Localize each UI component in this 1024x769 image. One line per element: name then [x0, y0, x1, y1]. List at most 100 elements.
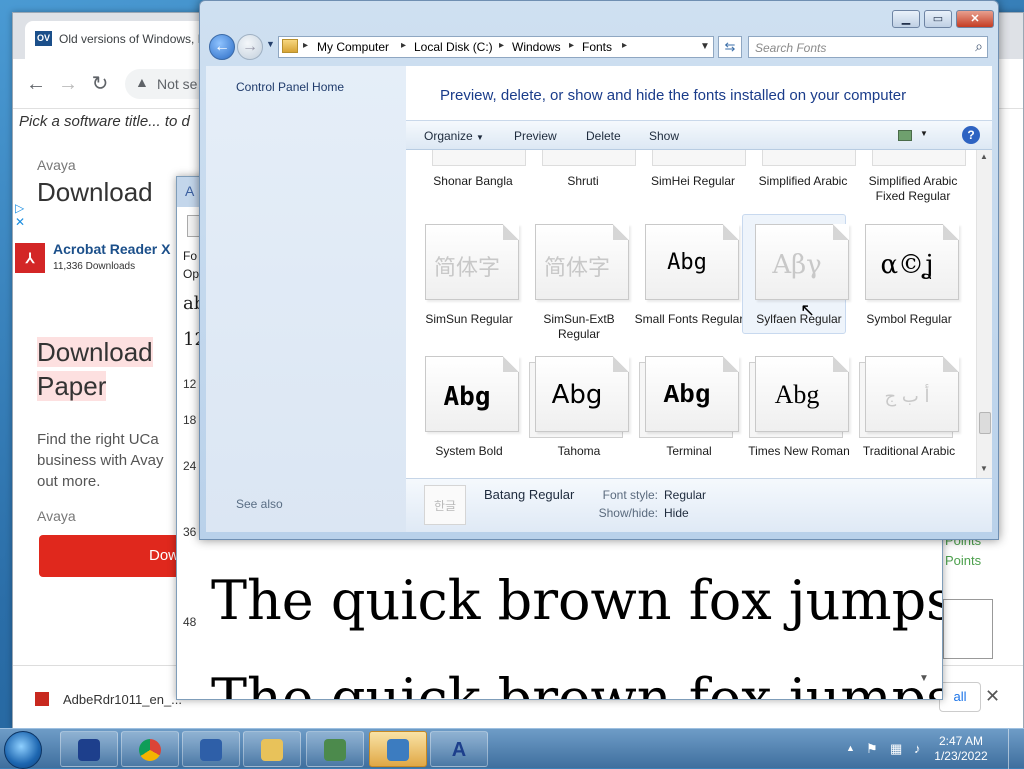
- breadcrumb-separator: ▸: [303, 40, 309, 51]
- search-fonts-input[interactable]: Search Fonts ⌕: [748, 36, 988, 58]
- preview-button[interactable]: Preview: [514, 129, 557, 143]
- folder-icon: [261, 739, 283, 761]
- search-placeholder: Search Fonts: [755, 41, 827, 55]
- size-label-48: 48: [183, 615, 197, 629]
- command-bar: Organize ▼ Preview Delete Show ▼ ?: [406, 120, 992, 150]
- organize-label: Organize: [424, 129, 473, 143]
- view-dropdown-icon[interactable]: ▼: [920, 129, 928, 138]
- size-label-18: 18: [183, 413, 197, 427]
- font-item[interactable]: Shruti: [528, 174, 634, 214]
- volume-icon[interactable]: ♪: [914, 741, 921, 756]
- ad-heading[interactable]: Download: [37, 177, 153, 208]
- font-item[interactable]: Abg System Bold: [414, 348, 520, 472]
- page-heading: Preview, delete, or show and hide the fo…: [440, 87, 907, 104]
- show-all-button[interactable]: all: [939, 682, 981, 712]
- size-label-12: 12: [183, 377, 197, 391]
- font-name: Times New Roman: [748, 444, 850, 458]
- font-item-selected[interactable]: Αβγ Sylfaen Regular ↖: [742, 214, 850, 340]
- font-item[interactable]: Abg Times New Roman: [744, 348, 850, 472]
- scrollbar-thumb[interactable]: [979, 412, 991, 434]
- start-button[interactable]: [4, 731, 42, 769]
- font-item[interactable]: Abg Tahoma: [524, 348, 630, 472]
- help-icon[interactable]: ?: [962, 126, 980, 144]
- scroll-down-icon[interactable]: ▼: [919, 673, 929, 684]
- download-filename[interactable]: AdbeRdr1011_en_...: [63, 692, 182, 707]
- scroll-up-icon[interactable]: ▲: [980, 152, 988, 161]
- taskbar-powershell[interactable]: [60, 731, 118, 767]
- taskbar-font-viewer[interactable]: A: [430, 731, 488, 767]
- taskbar-control-panel[interactable]: [369, 731, 427, 767]
- control-panel-home-link[interactable]: Control Panel Home: [236, 80, 344, 94]
- font-name: Simplified Arabic Fixed Regular: [868, 174, 958, 203]
- address-bar[interactable]: ▸ My Computer ▸ Local Disk (C:) ▸ Window…: [278, 36, 714, 58]
- acrobat-download-item[interactable]: ⅄ Acrobat Reader X 11,336 Downloads: [15, 241, 193, 281]
- scroll-down-icon[interactable]: ▼: [980, 464, 988, 473]
- font-name: Terminal: [666, 444, 712, 458]
- search-icon[interactable]: ⌕: [975, 38, 983, 55]
- breadcrumb-separator: ▸: [401, 40, 407, 51]
- show-button[interactable]: Show: [649, 129, 679, 143]
- clock[interactable]: 2:47 AM 1/23/2022: [926, 734, 996, 764]
- acrobat-title[interactable]: Acrobat Reader X: [53, 241, 170, 257]
- taskbar-explorer[interactable]: [243, 731, 301, 767]
- view-options-icon[interactable]: [898, 130, 912, 141]
- powershell-icon: [78, 739, 100, 761]
- font-item[interactable]: 简体字 SimSun Regular: [414, 216, 520, 340]
- details-show-hide-label: Show/hide:: [598, 506, 658, 520]
- ad2-body: Find the right UCa business with Avay ou…: [37, 431, 164, 490]
- font-item[interactable]: SimHei Regular: [638, 174, 744, 214]
- back-button[interactable]: ←: [209, 34, 235, 60]
- sample-text-next: The quick brown fox jumps: [211, 667, 943, 700]
- taskbar-app[interactable]: [306, 731, 364, 767]
- organize-button[interactable]: Organize ▼: [424, 129, 484, 143]
- breadcrumb-windows[interactable]: Windows: [512, 40, 561, 54]
- taskbar-chrome[interactable]: [121, 731, 179, 767]
- mouse-cursor-icon: ↖: [800, 300, 816, 320]
- partial-font-thumb: [652, 150, 746, 166]
- forward-button[interactable]: →: [237, 34, 263, 60]
- points-label-2: Points: [945, 553, 982, 568]
- address-dropdown-icon[interactable]: ▼: [700, 41, 710, 52]
- details-font-style-label: Font style:: [602, 488, 658, 502]
- pdf-file-icon: [35, 692, 49, 706]
- adchoices-icon[interactable]: ▷ ✕: [15, 201, 25, 229]
- font-item[interactable]: Simplified Arabic: [748, 174, 854, 214]
- font-item[interactable]: Simplified Arabic Fixed Regular: [858, 174, 964, 214]
- close-button[interactable]: ✕: [956, 10, 994, 28]
- network-icon[interactable]: ▦: [890, 741, 902, 757]
- delete-button[interactable]: Delete: [586, 129, 621, 143]
- font-item[interactable]: α©ʝ Symbol Regular: [854, 216, 960, 340]
- action-center-icon[interactable]: ⚑: [866, 741, 878, 757]
- clock-date: 1/23/2022: [934, 749, 988, 763]
- show-hidden-icons[interactable]: ▲: [846, 743, 855, 753]
- taskbar-app[interactable]: [182, 731, 240, 767]
- back-arrow-icon[interactable]: ←: [25, 73, 47, 95]
- font-item[interactable]: Abg Small Fonts Regular: [634, 216, 743, 340]
- partial-font-thumb: [542, 150, 636, 166]
- reload-icon[interactable]: ↻: [89, 73, 111, 95]
- vertical-scrollbar[interactable]: ▲ ▼: [976, 150, 992, 478]
- font-preview-glyph: Abg: [667, 250, 707, 275]
- font-preview-glyph: Abg: [774, 380, 820, 409]
- font-item[interactable]: 简体字 SimSun-ExtB Regular: [524, 216, 630, 341]
- font-preview-glyph: α©ʝ: [880, 250, 934, 280]
- minimize-button[interactable]: ▁: [892, 10, 920, 28]
- breadcrumb-fonts[interactable]: Fonts: [582, 40, 612, 54]
- fonts-grid: Shonar Bangla Shruti SimHei Regular Simp…: [406, 150, 976, 478]
- breadcrumb-my-computer[interactable]: My Computer: [317, 40, 389, 54]
- font-item[interactable]: Abg Terminal: [634, 348, 740, 472]
- close-download-bar-icon[interactable]: ✕: [985, 686, 1000, 707]
- font-item[interactable]: أ ب ج Traditional Arabic: [854, 348, 960, 472]
- font-name: Shruti: [567, 174, 599, 188]
- font-name: Sylfaen Regular: [756, 312, 842, 326]
- maximize-button[interactable]: ▭: [924, 10, 952, 28]
- show-desktop-button[interactable]: [1008, 729, 1024, 769]
- recent-pages-icon[interactable]: ▼: [266, 39, 275, 49]
- font-viewer-header-1: Fo: [183, 249, 198, 263]
- navigation-pane: Control Panel Home See also: [206, 66, 406, 532]
- refresh-icon[interactable]: ⇆: [718, 36, 742, 58]
- font-item[interactable]: Shonar Bangla: [418, 174, 524, 214]
- breadcrumb-local-disk[interactable]: Local Disk (C:): [414, 40, 493, 54]
- forward-arrow-icon[interactable]: →: [57, 73, 79, 95]
- software-search-input[interactable]: Pick a software title... to d: [19, 113, 190, 130]
